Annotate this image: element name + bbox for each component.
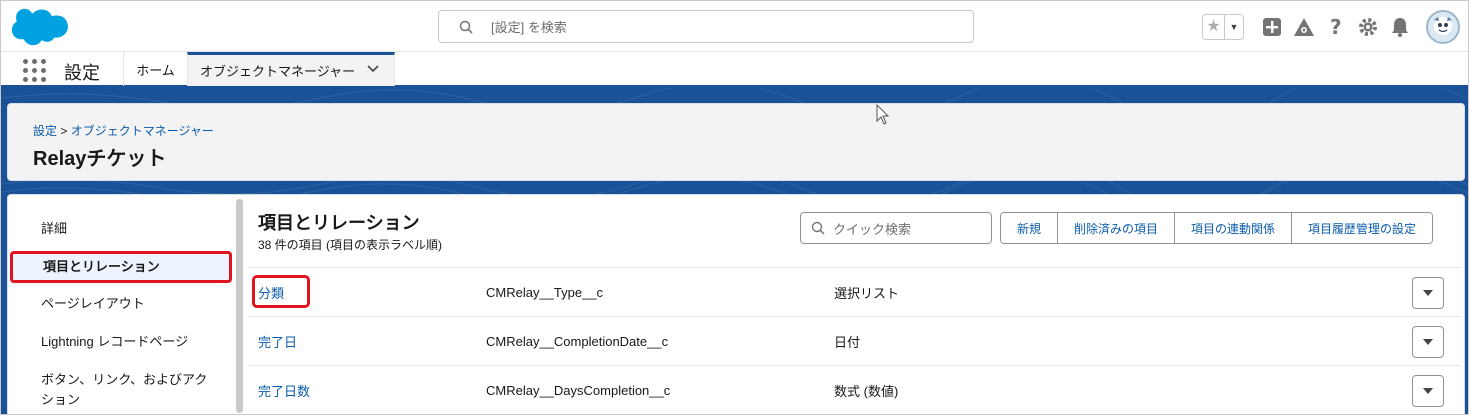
new-field-button[interactable]: 新規 xyxy=(1001,213,1059,243)
user-avatar[interactable] xyxy=(1426,10,1460,44)
field-data-type: 数式 (数値) xyxy=(834,383,899,399)
sidebar-item-page-layouts[interactable]: ページレイアウト xyxy=(8,294,234,314)
section-subtitle: 38 件の項目 (項目の表示ラベル順) xyxy=(258,238,443,252)
field-data-type: 選択リスト xyxy=(834,285,900,301)
app-name: 設定 xyxy=(64,63,100,83)
sidebar-scrollbar[interactable] xyxy=(236,199,243,413)
svg-text:?: ? xyxy=(1330,16,1342,38)
sidebar-item-buttons-links-actions[interactable]: ボタン、リンク、およびアク ション xyxy=(8,370,234,410)
chevron-down-icon[interactable] xyxy=(366,64,380,74)
chevron-down-icon xyxy=(1423,388,1433,394)
breadcrumb-link-setup[interactable]: 設定 xyxy=(33,124,57,138)
gear-icon[interactable] xyxy=(1357,16,1379,38)
field-api-name: CMRelay__DaysCompletion__c xyxy=(486,382,671,398)
app-window: [設定] を検索 ★ ▼ ? 設定 ホーム オブジェクトマネージャー 設定 > … xyxy=(0,0,1469,415)
notification-bell-icon[interactable] xyxy=(1389,16,1411,38)
table-row: 分類 CMRelay__Type__c 選択リスト xyxy=(248,268,1460,317)
trailhead-icon[interactable] xyxy=(1293,16,1315,38)
sidebar-item-label-continued: ション xyxy=(41,392,81,407)
object-page-header: 設定 > オブジェクトマネージャー Relayチケット xyxy=(7,103,1465,181)
tab-object-manager-label: オブジェクトマネージャー xyxy=(200,64,356,79)
field-label-link[interactable]: 完了日数 xyxy=(258,366,310,414)
row-actions-button[interactable] xyxy=(1412,326,1444,358)
sidebar-item-details[interactable]: 詳細 xyxy=(8,219,234,239)
main-card: 詳細 項目とリレーション ページレイアウト Lightning レコードページ … xyxy=(7,194,1465,414)
table-row: 完了日数 CMRelay__DaysCompletion__c 数式 (数値) xyxy=(248,366,1460,414)
chevron-down-icon xyxy=(1423,339,1433,345)
sidebar-item-label: ページレイアウト xyxy=(41,296,145,311)
section-button-group: 新規 削除済みの項目 項目の連動関係 項目履歴管理の設定 xyxy=(1000,212,1434,244)
field-dependencies-button[interactable]: 項目の連動関係 xyxy=(1175,213,1293,243)
sidebar-item-label: 項目とリレーション xyxy=(43,259,160,274)
search-icon xyxy=(811,221,825,235)
salesforce-logo[interactable] xyxy=(11,7,69,47)
app-launcher-icon[interactable] xyxy=(23,59,47,83)
breadcrumb-link-object-manager[interactable]: オブジェクトマネージャー xyxy=(71,124,214,138)
section-title: 項目とリレーション xyxy=(258,213,420,233)
field-label-link[interactable]: 分類 xyxy=(258,268,284,316)
breadcrumb: 設定 > オブジェクトマネージャー xyxy=(33,122,214,139)
add-icon[interactable] xyxy=(1261,16,1283,38)
star-icon[interactable]: ★ xyxy=(1203,15,1225,39)
header-actions: ★ ▼ ? xyxy=(1202,10,1468,44)
chevron-down-icon xyxy=(1423,290,1433,296)
quick-search-input[interactable]: クイック検索 xyxy=(800,212,992,244)
tab-home-label: ホーム xyxy=(136,62,175,78)
mouse-cursor-icon xyxy=(876,104,890,125)
help-icon[interactable]: ? xyxy=(1325,16,1347,38)
row-actions-button[interactable] xyxy=(1412,277,1444,309)
search-placeholder: [設定] を検索 xyxy=(491,20,567,35)
app-navigation-bar: 設定 ホーム オブジェクトマネージャー xyxy=(1,51,1468,88)
tab-object-manager[interactable]: オブジェクトマネージャー xyxy=(187,52,395,86)
sidebar-item-fields-relationships[interactable]: 項目とリレーション xyxy=(10,251,232,283)
favorites-button[interactable]: ★ ▼ xyxy=(1202,14,1244,40)
tab-home[interactable]: ホーム xyxy=(123,52,187,86)
field-api-name: CMRelay__CompletionDate__c xyxy=(486,333,669,349)
sidebar-item-label: 詳細 xyxy=(41,221,68,236)
favorites-dropdown-icon[interactable]: ▼ xyxy=(1225,15,1243,39)
sidebar-item-lightning-record-pages[interactable]: Lightning レコードページ xyxy=(8,332,234,352)
field-label-link[interactable]: 完了日 xyxy=(258,317,297,365)
fields-table: 分類 CMRelay__Type__c 選択リスト 完了日 CMRelay__C… xyxy=(248,267,1460,414)
object-sidebar: 詳細 項目とリレーション ページレイアウト Lightning レコードページ … xyxy=(8,195,234,414)
fields-section: 項目とリレーション 38 件の項目 (項目の表示ラベル順) クイック検索 新規 … xyxy=(248,195,1464,414)
quick-search-placeholder: クイック検索 xyxy=(833,221,912,237)
search-icon xyxy=(459,20,473,34)
table-row: 完了日 CMRelay__CompletionDate__c 日付 xyxy=(248,317,1460,366)
sidebar-item-label: Lightning レコードページ xyxy=(41,334,189,349)
sidebar-item-label: ボタン、リンク、およびアク xyxy=(41,372,208,387)
breadcrumb-separator: > xyxy=(60,124,68,138)
field-api-name: CMRelay__Type__c xyxy=(486,284,604,300)
deleted-fields-button[interactable]: 削除済みの項目 xyxy=(1058,213,1176,243)
field-data-type: 日付 xyxy=(834,334,861,350)
page-title: Relayチケット xyxy=(33,148,167,170)
global-header: [設定] を検索 ★ ▼ ? xyxy=(1,1,1468,51)
global-search-input[interactable]: [設定] を検索 xyxy=(438,10,974,43)
field-history-tracking-button[interactable]: 項目履歴管理の設定 xyxy=(1292,213,1433,243)
row-actions-button[interactable] xyxy=(1412,375,1444,407)
